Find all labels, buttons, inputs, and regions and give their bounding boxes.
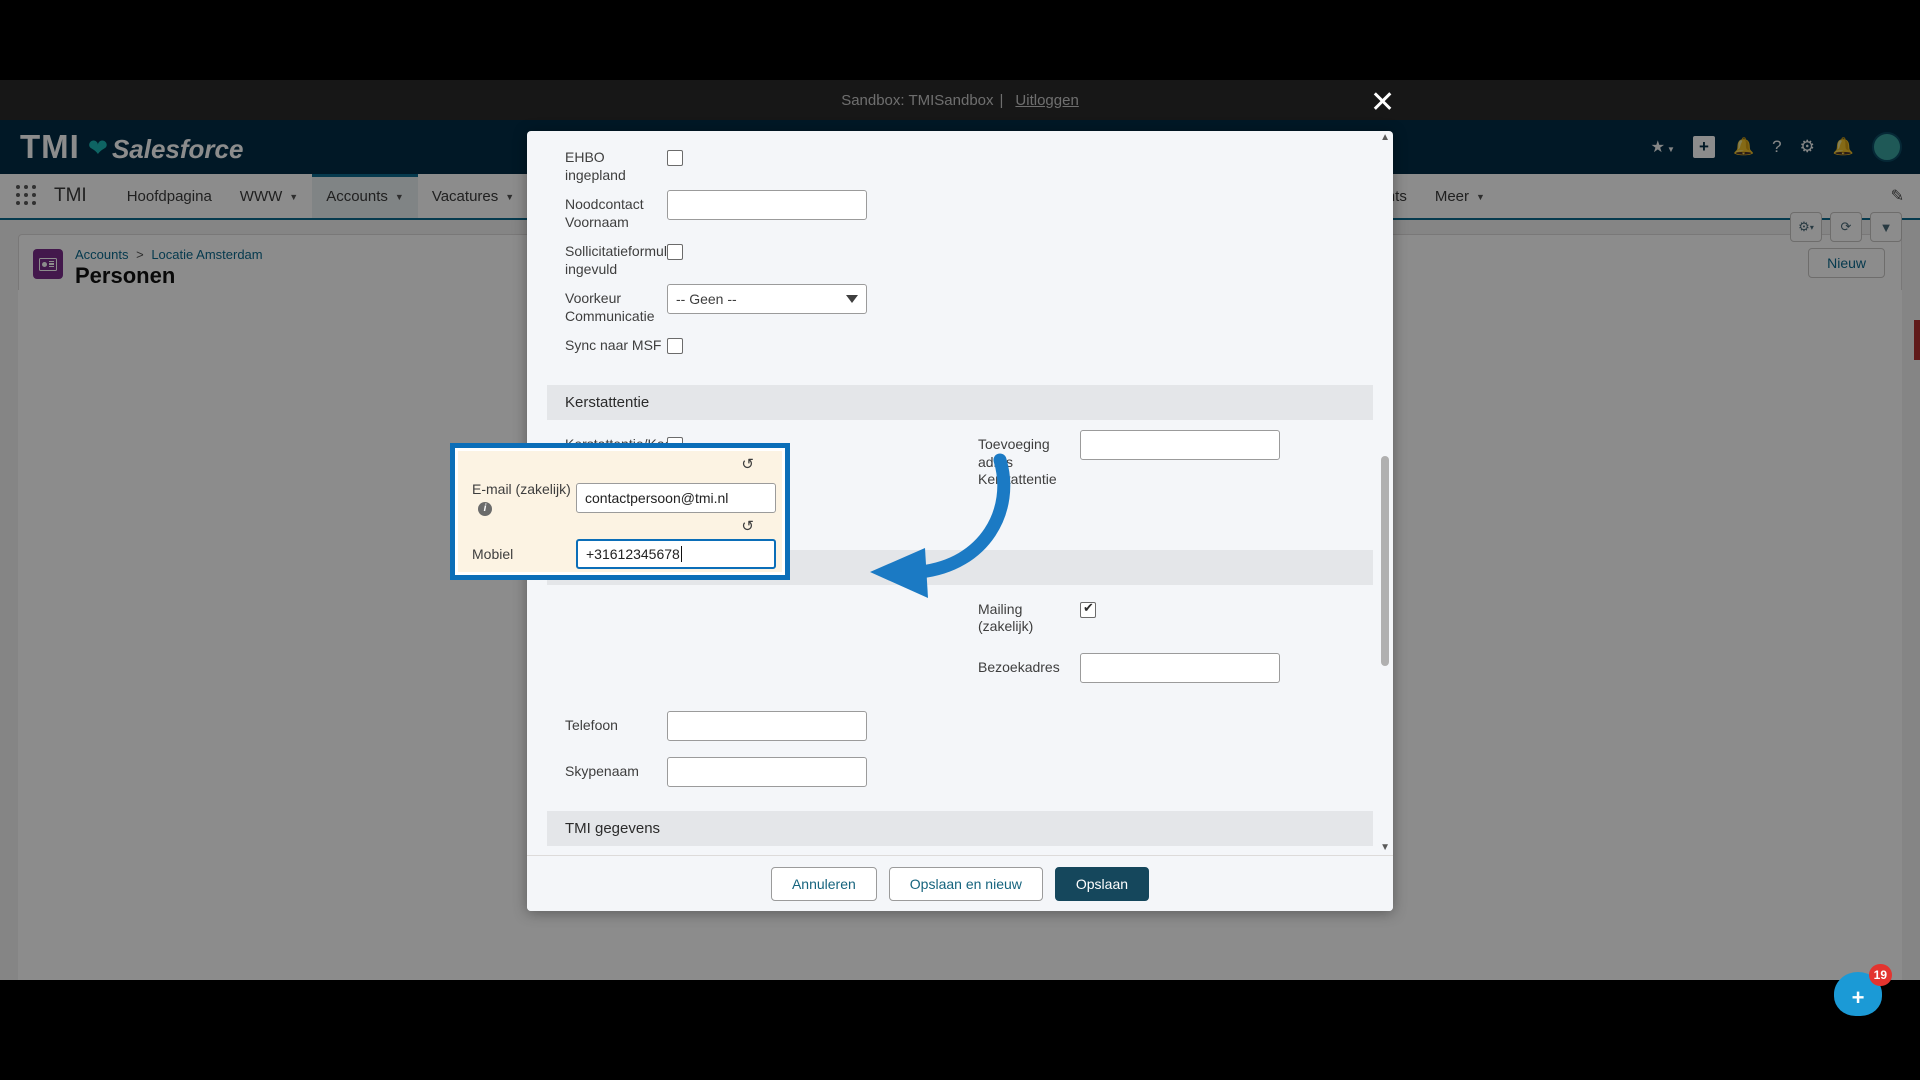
save-and-new-button[interactable]: Opslaan en nieuw: [888, 866, 1043, 901]
field-label: Voorkeur Communicatie: [565, 290, 655, 324]
highlight-inner: ↺ E-mail (zakelijk) i ↺ Mobiel +31612345…: [458, 451, 782, 572]
form-row: Voorkeur Communicatie -- Geen --: [547, 278, 1373, 325]
toevoeging-adres-kerstattentie-input[interactable]: [1080, 430, 1280, 460]
select-value: -- Geen --: [676, 291, 737, 307]
chat-widget[interactable]: + 19: [1834, 964, 1892, 1020]
modal-scrollbar-thumb[interactable]: [1381, 456, 1389, 666]
mobiel-undo-revert-icon[interactable]: ↺: [741, 517, 754, 535]
screen-root: Sandbox: TMISandbox | Uitloggen TMI ❤ Sa…: [0, 0, 1920, 1080]
scroll-down-arrow-icon[interactable]: ▼: [1380, 842, 1390, 853]
field-label: Sync naar MSF: [565, 337, 662, 353]
telefoon-input[interactable]: [667, 710, 867, 741]
field-label: Mailing (zakelijk): [978, 600, 1034, 635]
form-row: Sync naar MSF: [547, 325, 1373, 371]
skypenaam-input[interactable]: [667, 756, 867, 787]
sollicitatieformulier-checkbox[interactable]: [667, 244, 683, 260]
modal-footer: Annuleren Opslaan en nieuw Opslaan: [527, 855, 1393, 911]
email-zakelijk-label: E-mail (zakelijk) i: [458, 481, 576, 516]
email-undo-revert-icon[interactable]: ↺: [741, 455, 754, 473]
mailing-zakelijk-checkbox[interactable]: [1080, 600, 1096, 618]
save-button[interactable]: Opslaan: [1054, 866, 1150, 901]
cancel-button[interactable]: Annuleren: [770, 866, 877, 901]
field-label: Skypenaam: [565, 762, 639, 779]
chat-badge-count: 19: [1868, 964, 1892, 986]
email-zakelijk-input[interactable]: [576, 482, 776, 513]
field-label: Bezoekadres: [978, 658, 1060, 675]
email-label-text: E-mail (zakelijk): [472, 481, 571, 497]
text-caret: [680, 546, 682, 562]
voorkeur-communicatie-select[interactable]: -- Geen --: [667, 284, 867, 314]
mobiel-input[interactable]: +31612345678: [576, 539, 776, 569]
ehbo-ingepland-checkbox[interactable]: [667, 150, 683, 166]
chevron-down-icon: [846, 295, 858, 303]
bezoekadres-input[interactable]: [1080, 652, 1280, 683]
field-label: Noodcontact Voornaam: [565, 196, 644, 230]
field-label: EHBO ingepland: [565, 149, 626, 183]
noodcontact-voornaam-input[interactable]: [667, 190, 867, 220]
section-header-kerstattentie: Kerstattentie: [547, 385, 1373, 420]
form-row: Noodcontact Voornaam: [547, 184, 1373, 231]
info-icon[interactable]: i: [478, 501, 492, 516]
section-header-tmi-gegevens: TMI gegevens: [547, 810, 1373, 846]
form-row: Skypenaam: [547, 751, 1373, 797]
close-x-icon[interactable]: ✕: [1370, 88, 1395, 118]
sync-naar-msf-checkbox[interactable]: [667, 338, 683, 354]
form-row: Sollicitatieformulier ingevuld: [547, 231, 1373, 278]
form-row: Telefoon: [547, 705, 1373, 751]
highlighted-fields-callout: ↺ E-mail (zakelijk) i ↺ Mobiel +31612345…: [450, 443, 790, 580]
blue-pointer-arrow-icon: [870, 453, 1011, 598]
field-label: Sollicitatieformulier ingevuld: [565, 243, 683, 277]
mobiel-input-value: +31612345678: [586, 546, 680, 562]
mobiel-label: Mobiel: [472, 546, 514, 562]
form-row: Bezoekadres: [547, 647, 1373, 705]
field-label: Telefoon: [565, 716, 618, 733]
form-row: EHBO ingepland: [547, 137, 1373, 184]
